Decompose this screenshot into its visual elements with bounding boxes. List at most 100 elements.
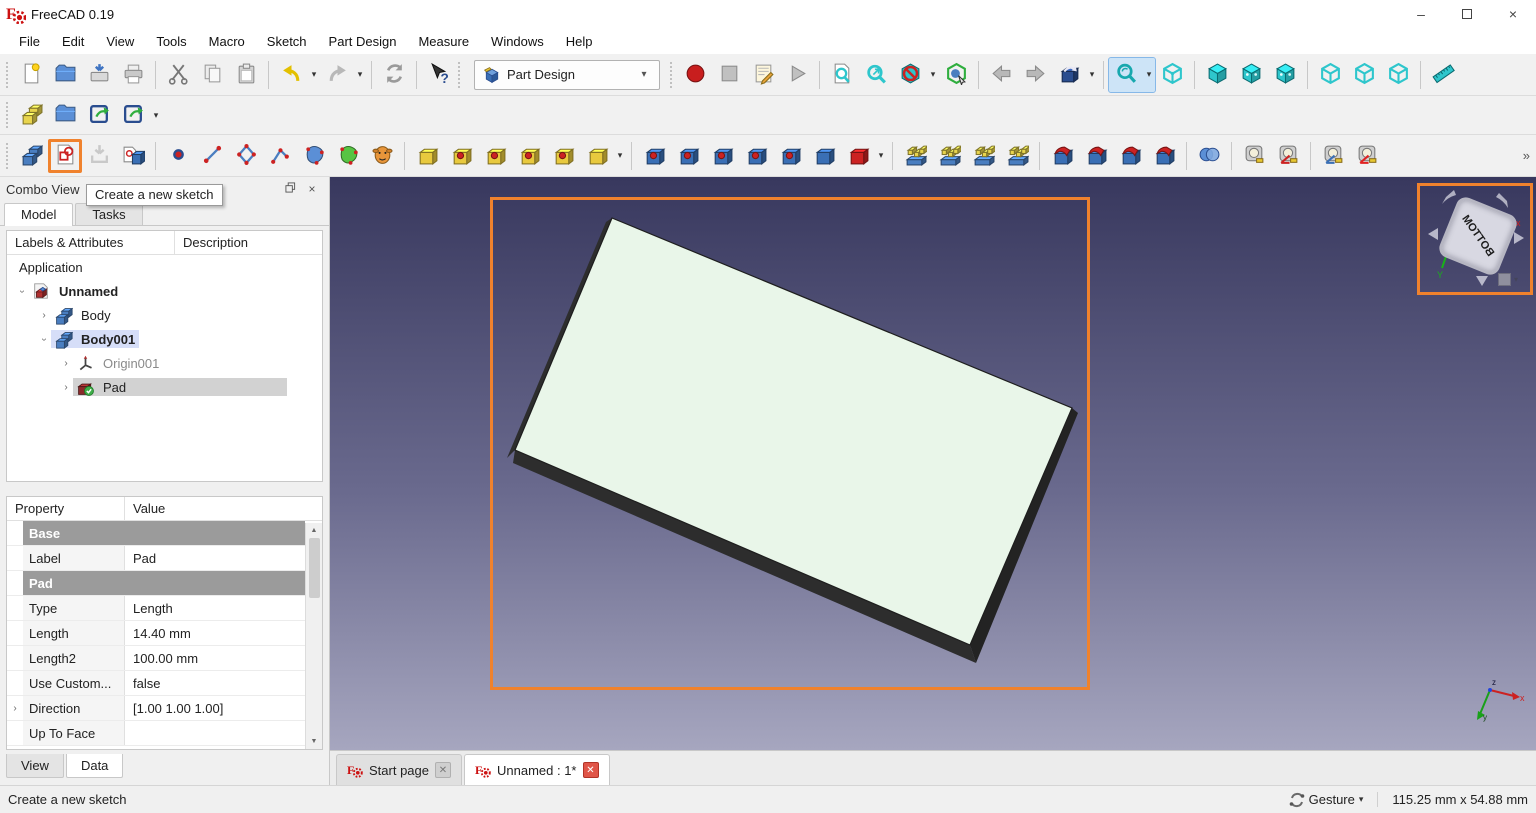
property-row-direction[interactable]: ›Direction[1.00 1.00 1.00] [7,696,305,721]
measure-refresh-button[interactable] [1316,139,1350,173]
link-navigate-dropdown-caret[interactable]: ▾ [1086,58,1098,92]
refresh-button[interactable] [377,58,411,92]
create-part-button[interactable] [14,98,48,132]
tree-item-body001[interactable]: ›Body001 [7,327,322,351]
nav-forward-button[interactable] [1018,58,1052,92]
view-left-button[interactable] [1381,58,1415,92]
subtractive-helix-button[interactable] [807,139,841,173]
menu-file[interactable]: File [8,31,51,52]
scroll-up-icon[interactable]: ▲ [311,523,318,538]
map-sketch-to-face-button[interactable] [116,139,150,173]
chamfer-button[interactable] [1079,139,1113,173]
cut-button[interactable] [161,58,195,92]
close-tab-icon[interactable]: ✕ [583,762,599,778]
subtractive-loft-button[interactable] [739,139,773,173]
additive-helix-button[interactable] [546,139,580,173]
property-row-up-to-face[interactable]: Up To Face [7,721,305,746]
property-column-value[interactable]: Value [125,497,173,520]
minimize-button[interactable]: – [1398,0,1444,28]
toolbar-grip[interactable] [670,62,676,88]
new-file-button[interactable] [14,58,48,92]
fit-selection-button[interactable] [859,58,893,92]
float-panel-button[interactable] [279,182,301,196]
create-group-button[interactable] [48,98,82,132]
sub-shape-binder-button[interactable] [331,139,365,173]
expand-icon[interactable]: › [59,358,73,369]
datum-line-button[interactable] [195,139,229,173]
revolution-button[interactable] [444,139,478,173]
open-file-button[interactable] [48,58,82,92]
make-link-button[interactable] [82,98,116,132]
toolbar-grip[interactable] [458,62,464,88]
document-tab-start-page[interactable]: FStart page✕ [336,754,462,785]
expand-icon[interactable]: › [59,382,73,393]
tab-tasks[interactable]: Tasks [75,203,142,225]
create-body-button[interactable] [14,139,48,173]
maximize-button[interactable] [1444,0,1490,28]
property-value[interactable] [125,721,305,745]
measure-linear-button[interactable] [1237,139,1271,173]
workbench-selector[interactable]: Part Design ▾ [474,60,660,90]
undo-dropdown-caret[interactable]: ▾ [308,58,320,92]
mirrored-button[interactable] [898,139,932,173]
clone-button[interactable] [365,139,399,173]
shape-binder-button[interactable] [297,139,331,173]
3d-viewport[interactable]: x Y BOTTOM ▾ [330,177,1536,750]
make-link-group-dropdown-caret[interactable]: ▾ [150,98,162,132]
navigation-style-selector[interactable]: Gesture ▾ [1289,792,1378,808]
toolbar-overflow-button[interactable]: » [1523,148,1530,163]
thickness-button[interactable] [1147,139,1181,173]
toolbar-grip[interactable] [6,102,12,128]
create-sketch-button[interactable] [48,139,82,173]
property-row-label[interactable]: LabelPad [7,546,305,571]
edit-sketch-button[interactable] [82,139,116,173]
box-element-selection-button[interactable] [939,58,973,92]
undo-button[interactable] [274,58,308,92]
fit-all-button[interactable] [825,58,859,92]
view-right-button[interactable] [1268,58,1302,92]
toolbar-grip[interactable] [6,143,12,169]
subtractive-primitive-button[interactable] [841,139,875,173]
tree-column-description[interactable]: Description [175,231,256,254]
view-bottom-button[interactable] [1347,58,1381,92]
scroll-down-icon[interactable]: ▼ [311,734,318,749]
paste-button[interactable] [229,58,263,92]
additive-primitive-dropdown-caret[interactable]: ▾ [614,139,626,173]
local-coordinate-system-button[interactable] [263,139,297,173]
tree-item-body[interactable]: ›Body [7,303,322,327]
tree-column-labels[interactable]: Labels & Attributes [7,231,175,254]
tree-item-origin001[interactable]: ›Origin001 [7,351,322,375]
tab-data[interactable]: Data [66,754,123,778]
pad-button[interactable] [410,139,444,173]
draw-style-button[interactable] [893,58,927,92]
property-row-length2[interactable]: Length2100.00 mm [7,646,305,671]
collapse-icon[interactable]: › [39,332,50,346]
property-value[interactable]: Length [125,596,305,620]
collapse-icon[interactable]: › [17,284,28,298]
view-front-button[interactable] [1200,58,1234,92]
fillet-button[interactable] [1045,139,1079,173]
close-tab-icon[interactable]: ✕ [435,762,451,778]
close-panel-button[interactable]: × [301,182,323,196]
menu-macro[interactable]: Macro [198,31,256,52]
draw-style-dropdown-caret[interactable]: ▾ [927,58,939,92]
close-button[interactable]: × [1490,0,1536,28]
draft-button[interactable] [1113,139,1147,173]
expand-icon[interactable]: › [37,310,51,321]
boolean-operation-button[interactable] [1192,139,1226,173]
additive-primitive-button[interactable] [580,139,614,173]
menu-edit[interactable]: Edit [51,31,95,52]
make-link-group-button[interactable] [116,98,150,132]
toolbar-grip[interactable] [6,62,12,88]
menu-help[interactable]: Help [555,31,604,52]
tab-model[interactable]: Model [4,203,73,226]
property-column-property[interactable]: Property [7,497,125,520]
menu-tools[interactable]: Tools [145,31,197,52]
measure-angular-button[interactable] [1271,139,1305,173]
property-value[interactable]: false [125,671,305,695]
datum-point-button[interactable] [161,139,195,173]
chevron-down-icon[interactable]: ▾ [1514,275,1518,284]
property-value[interactable]: 14.40 mm [125,621,305,645]
property-value[interactable]: [1.00 1.00 1.00] [125,696,305,720]
redo-dropdown-caret[interactable]: ▾ [354,58,366,92]
